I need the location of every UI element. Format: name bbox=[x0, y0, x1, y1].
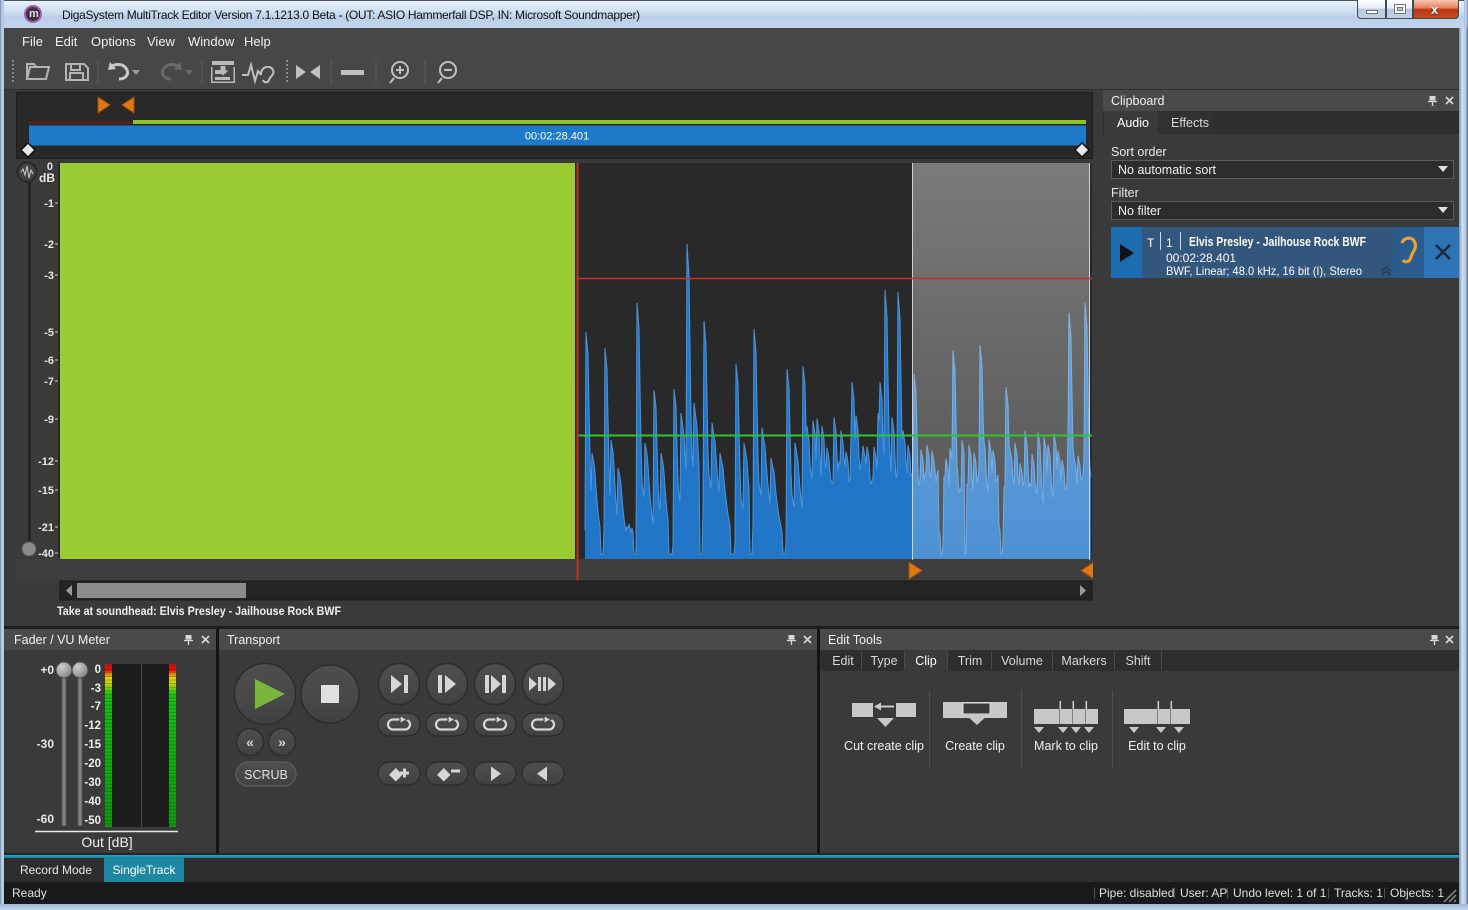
svg-text:-5: -5 bbox=[44, 327, 54, 339]
svg-text:-30: -30 bbox=[37, 737, 55, 751]
svg-text:Cut create clip: Cut create clip bbox=[844, 739, 924, 753]
svg-text:Out [dB]: Out [dB] bbox=[81, 834, 132, 850]
svg-text:Shift: Shift bbox=[1125, 654, 1151, 668]
svg-text:-7: -7 bbox=[44, 376, 54, 388]
svg-text:Effects: Effects bbox=[1171, 116, 1209, 130]
svg-text:«: « bbox=[246, 734, 254, 750]
svg-text:Fader / VU Meter: Fader / VU Meter bbox=[14, 633, 110, 647]
svg-text:Filter: Filter bbox=[1111, 186, 1139, 200]
svg-text:-1: -1 bbox=[44, 198, 54, 210]
svg-text:dB: dB bbox=[39, 171, 55, 185]
svg-text:0: 0 bbox=[95, 664, 101, 676]
svg-text:Clipboard: Clipboard bbox=[1111, 94, 1165, 108]
svg-text:-60: -60 bbox=[37, 812, 55, 826]
svg-text:Take at soundhead: Elvis Presl: Take at soundhead: Elvis Presley - Jailh… bbox=[57, 604, 341, 618]
svg-text:-7: -7 bbox=[91, 701, 101, 713]
svg-text:»: » bbox=[278, 734, 286, 750]
svg-text:SCRUB: SCRUB bbox=[244, 768, 288, 782]
svg-text:+0: +0 bbox=[40, 663, 54, 677]
svg-text:-12: -12 bbox=[38, 456, 54, 468]
svg-text:-3: -3 bbox=[44, 270, 54, 282]
svg-text:Type: Type bbox=[870, 654, 897, 668]
svg-text:1: 1 bbox=[1166, 236, 1173, 250]
svg-text:Volume: Volume bbox=[1001, 654, 1043, 668]
svg-text:-6: -6 bbox=[44, 355, 54, 367]
svg-text:-40: -40 bbox=[84, 796, 101, 808]
svg-text:BWF, Linear; 48.0 kHz, 16 bit: BWF, Linear; 48.0 kHz, 16 bit (I), Stere… bbox=[1166, 264, 1362, 278]
svg-text:-30: -30 bbox=[84, 777, 101, 789]
svg-text:-15: -15 bbox=[84, 739, 101, 751]
svg-text:-3: -3 bbox=[91, 683, 101, 695]
svg-text:Trim: Trim bbox=[958, 654, 983, 668]
svg-text:Sort order: Sort order bbox=[1111, 145, 1167, 159]
svg-text:Create clip: Create clip bbox=[945, 739, 1005, 753]
svg-text:Audio: Audio bbox=[1117, 116, 1149, 130]
svg-text:-15: -15 bbox=[38, 485, 54, 497]
svg-text:-2: -2 bbox=[44, 239, 54, 251]
svg-text:Edit: Edit bbox=[832, 654, 854, 668]
svg-text:-50: -50 bbox=[84, 815, 101, 827]
svg-text:T: T bbox=[1147, 236, 1155, 250]
svg-text:-20: -20 bbox=[84, 758, 101, 770]
svg-text:-40: -40 bbox=[38, 548, 54, 560]
svg-text:Edit to clip: Edit to clip bbox=[1128, 739, 1186, 753]
svg-text:Edit Tools: Edit Tools bbox=[828, 633, 882, 647]
svg-text:00:02:28.401: 00:02:28.401 bbox=[525, 131, 589, 143]
svg-text:No filter: No filter bbox=[1118, 204, 1161, 218]
svg-text:Mark to clip: Mark to clip bbox=[1034, 739, 1098, 753]
svg-text:Transport: Transport bbox=[227, 633, 281, 647]
svg-text:Elvis Presley - Jailhouse Rock: Elvis Presley - Jailhouse Rock BWF bbox=[1189, 234, 1366, 249]
svg-text:Clip: Clip bbox=[915, 654, 937, 668]
svg-text:-21: -21 bbox=[38, 522, 54, 534]
svg-text:No automatic sort: No automatic sort bbox=[1118, 163, 1216, 177]
svg-text:Markers: Markers bbox=[1061, 654, 1106, 668]
svg-text:-9: -9 bbox=[44, 414, 54, 426]
svg-text:-12: -12 bbox=[84, 720, 101, 732]
svg-text:00:02:28.401: 00:02:28.401 bbox=[1166, 251, 1236, 265]
